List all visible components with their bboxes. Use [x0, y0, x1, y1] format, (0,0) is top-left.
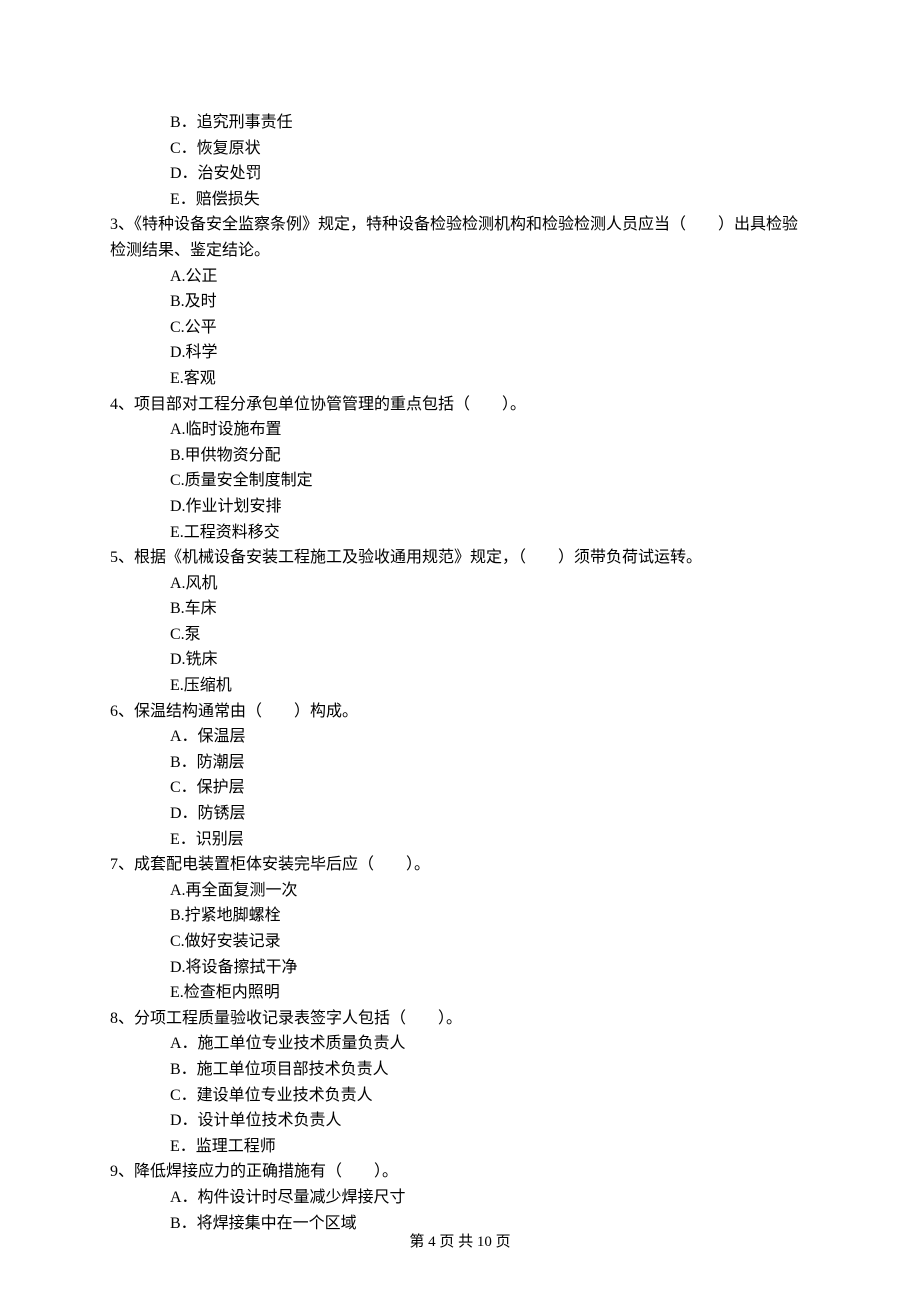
option-line: E.检查柜内照明 [110, 980, 810, 1006]
option-line: C.质量安全制度制定 [110, 468, 810, 494]
question-stem: 7、成套配电装置柜体安装完毕后应（ ）。 [110, 852, 810, 878]
option-line: C．恢复原状 [110, 136, 810, 162]
option-line: C．保护层 [110, 775, 810, 801]
question-stem: 3、《特种设备安全监察条例》规定，特种设备检验检测机构和检验检测人员应当（ ）出… [110, 212, 810, 263]
option-line: C.做好安装记录 [110, 929, 810, 955]
option-line: E.压缩机 [110, 673, 810, 699]
option-line: D.科学 [110, 340, 810, 366]
question-stem: 6、保温结构通常由（ ）构成。 [110, 699, 810, 725]
option-line: E.工程资料移交 [110, 520, 810, 546]
option-line: E．识别层 [110, 827, 810, 853]
option-line: E．监理工程师 [110, 1134, 810, 1160]
option-line: D．设计单位技术负责人 [110, 1108, 810, 1134]
option-line: B．防潮层 [110, 750, 810, 776]
option-line: B.及时 [110, 289, 810, 315]
option-line: A.再全面复测一次 [110, 878, 810, 904]
page: B．追究刑事责任 C．恢复原状 D．治安处罚 E．赔偿损失 3、《特种设备安全监… [0, 0, 920, 1302]
option-line: D．防锈层 [110, 801, 810, 827]
option-line: D.将设备擦拭干净 [110, 955, 810, 981]
question-stem: 4、项目部对工程分承包单位协管管理的重点包括（ ）。 [110, 392, 810, 418]
option-line: D.铣床 [110, 647, 810, 673]
page-footer: 第 4 页 共 10 页 [0, 1230, 920, 1254]
option-line: A．施工单位专业技术质量负责人 [110, 1031, 810, 1057]
question-stem: 8、分项工程质量验收记录表签字人包括（ ）。 [110, 1006, 810, 1032]
option-line: D.作业计划安排 [110, 494, 810, 520]
option-line: B．追究刑事责任 [110, 110, 810, 136]
option-line: A.风机 [110, 571, 810, 597]
question-stem: 5、根据《机械设备安装工程施工及验收通用规范》规定，（ ）须带负荷试运转。 [110, 545, 810, 571]
option-line: B．施工单位项目部技术负责人 [110, 1057, 810, 1083]
option-line: C．建设单位专业技术负责人 [110, 1083, 810, 1109]
option-line: C.泵 [110, 622, 810, 648]
option-line: E.客观 [110, 366, 810, 392]
option-line: E．赔偿损失 [110, 187, 810, 213]
option-line: D．治安处罚 [110, 161, 810, 187]
option-line: B.甲供物资分配 [110, 443, 810, 469]
option-line: C.公平 [110, 315, 810, 341]
option-line: A．构件设计时尽量减少焊接尺寸 [110, 1185, 810, 1211]
option-line: B.车床 [110, 596, 810, 622]
option-line: A.临时设施布置 [110, 417, 810, 443]
option-line: A．保温层 [110, 724, 810, 750]
option-line: A.公正 [110, 264, 810, 290]
option-line: B.拧紧地脚螺栓 [110, 903, 810, 929]
question-stem: 9、降低焊接应力的正确措施有（ ）。 [110, 1159, 810, 1185]
